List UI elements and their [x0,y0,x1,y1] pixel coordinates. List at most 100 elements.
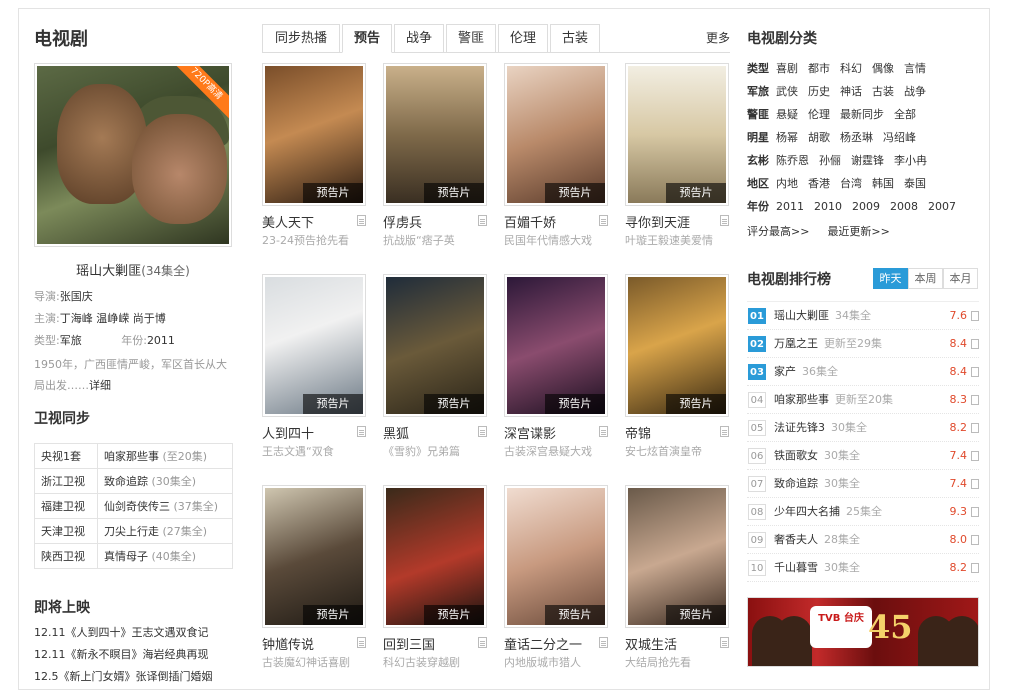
category-item[interactable]: 2010 [814,195,842,218]
satellite-show[interactable]: 仙剑奇侠传三 [104,500,170,513]
rank-name-text[interactable]: 万凰之王 [774,337,818,350]
trailer-title[interactable]: 钟馗传说 [262,634,366,653]
document-icon[interactable] [971,311,979,321]
rank-name-text[interactable]: 瑶山大剿匪 [774,309,829,322]
rank-tab-2[interactable]: 本月 [943,268,978,289]
category-item[interactable]: 2009 [852,195,880,218]
rank-name-text[interactable]: 铁面歌女 [774,449,818,462]
category-item[interactable]: 偶像 [872,57,894,80]
category-item[interactable]: 悬疑 [776,103,798,126]
satellite-show[interactable]: 刀尖上行走 [104,525,159,538]
rank-name[interactable]: 千山暮雪 30集全 [774,554,860,582]
rank-name[interactable]: 咱家那些事 更新至20集 [774,386,893,414]
rank-name[interactable]: 家产 36集全 [774,358,838,386]
rank-name-text[interactable]: 少年四大名捕 [774,505,840,518]
trailer-thumbnail[interactable]: 预告片 [383,274,487,417]
document-icon[interactable] [971,507,979,517]
category-label[interactable]: 类型 [747,57,776,80]
document-icon[interactable] [599,637,608,648]
trailer-title[interactable]: 双城生活 [625,634,729,653]
document-icon[interactable] [971,395,979,405]
trailer-title-text[interactable]: 深宫谍影 [504,427,556,442]
document-icon[interactable] [478,426,487,437]
trailer-title[interactable]: 回到三国 [383,634,487,653]
document-icon[interactable] [971,479,979,489]
trailer-card[interactable]: 预告片 美人天下 23-24预告抢先看 [262,63,366,248]
satellite-channel[interactable]: 央视1套 [34,443,98,469]
sort-link[interactable]: 评分最高>> [747,225,809,238]
category-item[interactable]: 2007 [928,195,956,218]
trailer-title-text[interactable]: 寻你到天涯 [625,216,690,231]
category-item[interactable]: 全部 [894,103,916,126]
tab-5[interactable]: 古装 [550,24,600,53]
trailer-thumbnail[interactable]: 预告片 [625,63,729,206]
document-icon[interactable] [971,423,979,433]
category-item[interactable]: 伦理 [808,103,830,126]
trailer-thumbnail[interactable]: 预告片 [625,485,729,628]
document-icon[interactable] [478,637,487,648]
rank-row[interactable]: 08 少年四大名捕 25集全 9.3 [747,498,979,526]
category-item[interactable]: 台湾 [840,172,862,195]
trailer-thumbnail[interactable]: 预告片 [504,63,608,206]
trailer-title-text[interactable]: 俘虏兵 [383,216,422,231]
category-item[interactable]: 杨丞琳 [840,126,873,149]
document-icon[interactable] [357,637,366,648]
trailer-title-text[interactable]: 美人天下 [262,216,314,231]
satellite-channel[interactable]: 浙江卫视 [34,468,98,494]
trailer-title-text[interactable]: 双城生活 [625,638,677,653]
trailer-title[interactable]: 百媚千娇 [504,212,608,231]
rank-name-text[interactable]: 千山暮雪 [774,561,818,574]
satellite-channel[interactable]: 福建卫视 [34,493,98,519]
type-value[interactable]: 军旅 [60,334,82,347]
featured-title[interactable]: 瑶山大剿匪(34集全) [34,260,232,279]
trailer-card[interactable]: 预告片 帝锦 安七炫首演皇帝 [625,274,729,459]
trailer-title-text[interactable]: 帝锦 [625,427,651,442]
category-label[interactable]: 军旅 [747,80,776,103]
rank-tab-1[interactable]: 本周 [908,268,943,289]
tab-4[interactable]: 伦理 [498,24,548,53]
category-item[interactable]: 香港 [808,172,830,195]
trailer-title[interactable]: 童话二分之一 [504,634,608,653]
rank-row[interactable]: 04 咱家那些事 更新至20集 8.3 [747,386,979,414]
category-item[interactable]: 泰国 [904,172,926,195]
rank-row[interactable]: 05 法证先锋3 30集全 8.2 [747,414,979,442]
satellite-show[interactable]: 咱家那些事 [104,450,159,463]
rank-name[interactable]: 少年四大名捕 25集全 [774,498,882,526]
document-icon[interactable] [720,637,729,648]
tab-2[interactable]: 战争 [394,24,444,53]
trailer-title-text[interactable]: 人到四十 [262,427,314,442]
rank-row[interactable]: 06 铁面歌女 30集全 7.4 [747,442,979,470]
rank-name-text[interactable]: 家产 [774,365,796,378]
document-icon[interactable] [599,426,608,437]
rank-name-text[interactable]: 致命追踪 [774,477,818,490]
satellite-show[interactable]: 真情母子 [104,550,148,563]
document-icon[interactable] [720,426,729,437]
document-icon[interactable] [478,215,487,226]
trailer-card[interactable]: 预告片 钟馗传说 古装魔幻神话喜剧 [262,485,366,670]
rank-name[interactable]: 致命追踪 30集全 [774,470,860,498]
trailer-title-text[interactable]: 黑狐 [383,427,409,442]
trailer-card[interactable]: 预告片 深宫谍影 古装深宫悬疑大戏 [504,274,608,459]
trailer-title-text[interactable]: 钟馗传说 [262,638,314,653]
trailer-card[interactable]: 预告片 双城生活 大结局抢先看 [625,485,729,670]
document-icon[interactable] [971,563,979,573]
category-item[interactable]: 神话 [840,80,862,103]
trailer-card[interactable]: 预告片 人到四十 王志文遇“双食 [262,274,366,459]
category-item[interactable]: 都市 [808,57,830,80]
trailer-title-text[interactable]: 童话二分之一 [504,638,582,653]
category-label[interactable]: 明星 [747,126,776,149]
rank-row[interactable]: 01 瑶山大剿匪 34集全 7.6 [747,302,979,330]
document-icon[interactable] [971,367,979,377]
trailer-title[interactable]: 美人天下 [262,212,366,231]
trailer-thumbnail[interactable]: 预告片 [262,485,366,628]
rank-row[interactable]: 02 万凰之王 更新至29集 8.4 [747,330,979,358]
rank-row[interactable]: 07 致命追踪 30集全 7.4 [747,470,979,498]
trailer-title[interactable]: 俘虏兵 [383,212,487,231]
trailer-thumbnail[interactable]: 预告片 [504,274,608,417]
cast-value[interactable]: 丁海峰 温峥嵘 尚于博 [60,312,166,325]
category-item[interactable]: 古装 [872,80,894,103]
detail-link[interactable]: 详细 [89,379,111,392]
rank-name-text[interactable]: 咱家那些事 [774,393,829,406]
trailer-card[interactable]: 预告片 黑狐 《雪豹》兄弟篇 [383,274,487,459]
document-icon[interactable] [971,339,979,349]
